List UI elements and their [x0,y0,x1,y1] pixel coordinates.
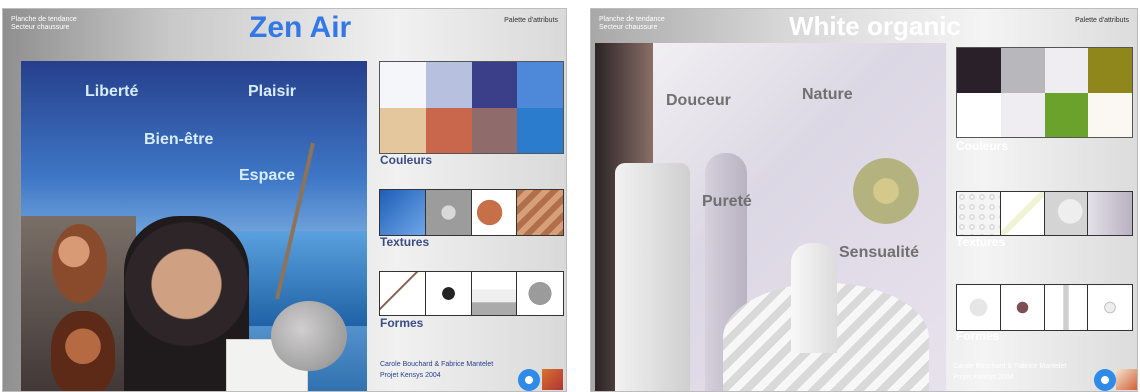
textures-label: Textures [956,235,1006,249]
color-swatch [1088,92,1132,137]
stone-image [51,311,115,391]
form-thumb [1044,285,1089,330]
color-swatch [1000,92,1045,137]
mood-image: Liberté Plaisir Bien-être Espace [21,61,367,391]
color-palette [379,61,564,154]
white-organic-board: Planche de tendance Secteur chaussure Wh… [590,8,1138,392]
meta-line-2: Secteur chaussure [599,24,658,31]
credits: Carole Bouchard & Fabrice Mantelet Proje… [380,359,493,381]
mood-word: Bien-être [144,131,214,148]
colors-label: Couleurs [956,139,1009,153]
color-swatch [471,107,518,153]
textures-strip [956,191,1133,236]
credit-line-1: Carole Bouchard & Fabrice Mantelet [380,361,494,368]
color-swatch [957,92,1001,137]
texture-thumb [471,190,518,235]
red-logo-icon [542,369,563,390]
forms-strip [956,284,1133,331]
color-swatch [425,107,472,153]
board-meta: Planche de tendance Secteur chaussure [599,16,665,32]
mood-word: Pureté [702,193,752,210]
color-swatch [1044,48,1089,93]
color-swatch [425,62,472,108]
meta-line-1: Planche de tendance [599,16,665,23]
color-swatch [957,48,1001,93]
mood-word: Nature [802,86,853,103]
board-title: Zen Air [249,11,352,44]
textures-strip [379,189,564,236]
forms-label: Formes [380,316,424,330]
forms-strip [379,271,564,316]
board-meta: Planche de tendance Secteur chaussure [11,16,77,32]
mood-word: Plaisir [248,83,297,100]
mood-word: Liberté [85,83,139,100]
mood-word: Espace [239,167,296,184]
credit-line-2: Projet Kensys 2004 [953,374,1014,381]
form-thumb [1000,285,1045,330]
color-swatch [380,62,426,108]
credit-line-1: Carole Bouchard & Fabrice Mantelet [953,363,1067,370]
color-palette [956,47,1133,138]
form-thumb [1088,285,1132,330]
mood-word: Sensualité [839,244,920,261]
shirt-image [615,163,690,391]
credit-line-2: Projet Kensys 2004 [380,372,441,379]
color-swatch [517,107,563,153]
form-thumb [425,272,472,315]
forms-label: Formes [956,329,1000,343]
color-swatch [517,62,563,108]
pumice-image [271,301,347,371]
texture-thumb [1000,192,1045,235]
color-swatch [1044,92,1089,137]
flower-image [849,157,923,225]
mood-image: Douceur Nature Pureté Sensualité [595,43,946,391]
texture-thumb [957,192,1001,235]
shell-image [52,224,107,303]
texture-thumb [425,190,472,235]
board-title: White organic [789,11,961,41]
form-thumb [957,285,1001,330]
texture-thumb [1088,192,1132,235]
palette-label: Palette d'attributs [504,17,558,24]
form-thumb [517,272,563,315]
color-swatch [380,107,426,153]
color-swatch [1088,48,1132,93]
meta-line-2: Secteur chaussure [11,24,70,31]
form-thumb [471,272,518,315]
texture-thumb [380,190,426,235]
red-logo-icon [1116,369,1137,390]
texture-thumb [1044,192,1089,235]
form-thumb [380,272,426,315]
blue-logo-icon [1094,369,1116,391]
color-swatch [471,62,518,108]
blue-logo-icon [518,369,540,391]
color-swatch [1000,48,1045,93]
colors-label: Couleurs [380,153,433,167]
zen-air-board: Planche de tendance Secteur chaussure Ze… [2,8,567,392]
credits: Carole Bouchard & Fabrice Mantelet Proje… [953,361,1066,383]
palette-label: Palette d'attributs [1075,17,1129,24]
calla-lily-image [791,243,837,353]
texture-thumb [517,190,563,235]
mood-word: Douceur [666,92,731,109]
textures-label: Textures [380,235,430,249]
meta-line-1: Planche de tendance [11,16,77,23]
